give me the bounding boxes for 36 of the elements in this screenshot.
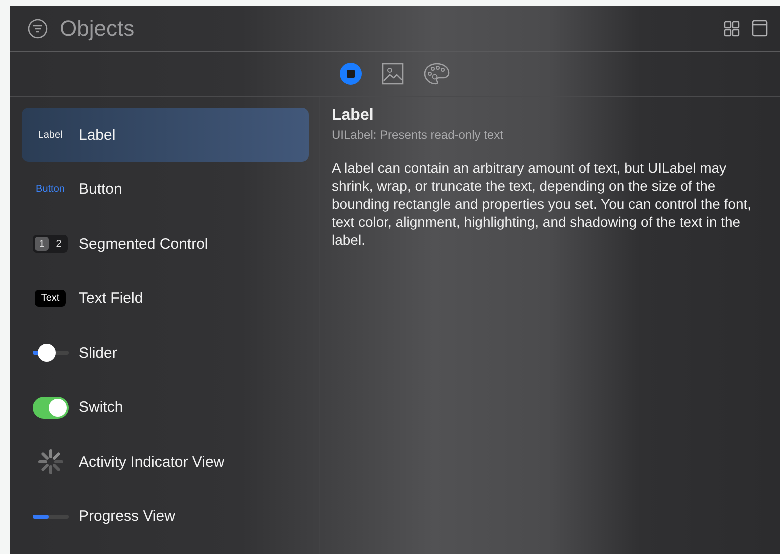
detail-description: A label can contain an arbitrary amount of text, but UILabel may shrink, wrap, or truncate the text, depending on the size of the bounding rectangle and properties you set. You can control the font, text color, alignment, highlighting, and shadowing of the text in the label. <box>332 159 753 249</box>
object-icon <box>340 63 362 85</box>
text-field-sample: Text <box>35 290 66 307</box>
library-tab[interactable] <box>424 63 450 85</box>
slider-sample <box>32 344 68 362</box>
grid-view-icon[interactable] <box>724 20 740 36</box>
object-name: Switch <box>79 399 124 416</box>
window-title: Objects <box>60 16 136 42</box>
button-sample: Button <box>36 184 65 195</box>
library-tab[interactable] <box>382 63 404 85</box>
object-list-item[interactable]: Switch <box>22 380 309 434</box>
object-name: Activity Indicator View <box>79 454 225 470</box>
detail-title: Label <box>332 107 375 125</box>
image-icon <box>382 63 404 85</box>
object-name: Button <box>79 181 122 198</box>
library-tab[interactable] <box>340 63 362 85</box>
object-list-item[interactable]: Slider <box>22 326 309 380</box>
progress-bar-sample <box>32 514 68 518</box>
segmented-control-sample: 1 2 <box>33 235 68 253</box>
window-icon[interactable] <box>752 20 768 37</box>
object-name: Text Field <box>79 290 144 307</box>
object-list-item[interactable]: Label Label <box>22 108 309 162</box>
object-name: Slider <box>79 344 118 362</box>
palette-icon <box>424 63 450 85</box>
object-name: Progress View <box>79 508 176 525</box>
spinner-icon <box>36 448 64 476</box>
object-list-item[interactable]: Activity Indicator View <box>22 435 309 489</box>
object-list-item[interactable]: Button Button <box>22 162 309 216</box>
label-sample: Label <box>38 130 63 140</box>
object-list-item[interactable]: Text Text Field <box>22 272 309 326</box>
detail-subtitle: UILabel: Presents read-only text <box>332 128 504 142</box>
object-list-item[interactable]: Progress View <box>22 490 309 544</box>
object-name: Segmented Control <box>79 236 208 252</box>
object-name: Label <box>79 126 116 144</box>
object-list-item[interactable]: 1 2 Segmented Control <box>22 217 309 271</box>
filter-icon[interactable] <box>28 18 48 38</box>
